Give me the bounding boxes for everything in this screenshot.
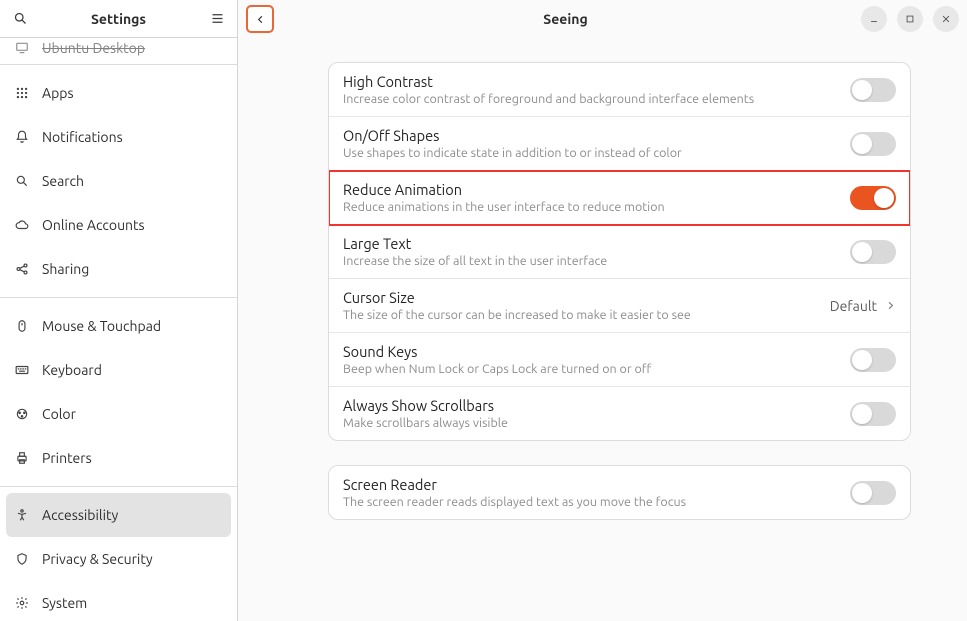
share-icon (14, 261, 30, 277)
sidebar-separator (0, 486, 237, 487)
sidebar-header: Settings (0, 0, 237, 38)
chevron-right-icon (885, 300, 896, 311)
main-header: Seeing (238, 0, 967, 38)
row-desc: Use shapes to indicate state in addition… (343, 146, 850, 160)
cursor-size-value: Default (830, 298, 877, 314)
gear-icon (14, 595, 30, 611)
apps-icon (14, 85, 30, 101)
row-screen-reader[interactable]: Screen Reader The screen reader reads di… (329, 466, 910, 519)
high-contrast-toggle[interactable] (850, 78, 896, 102)
seeing-options-panel: High Contrast Increase color contrast of… (328, 62, 911, 441)
row-cursor-size[interactable]: Cursor Size The size of the cursor can b… (329, 279, 910, 333)
row-sound-keys[interactable]: Sound Keys Beep when Num Lock or Caps Lo… (329, 333, 910, 387)
back-button[interactable] (246, 5, 274, 33)
sidebar-list: Ubuntu Desktop Apps Notifications Search (0, 38, 237, 621)
row-title: High Contrast (343, 73, 850, 90)
sidebar-item-accessibility[interactable]: Accessibility (6, 493, 231, 537)
sidebar-item-search[interactable]: Search (0, 159, 237, 203)
sidebar-menu-button[interactable] (205, 7, 229, 31)
row-desc: Make scrollbars always visible (343, 416, 850, 430)
sidebar-item-label: Mouse & Touchpad (42, 318, 161, 334)
sidebar-item-apps[interactable]: Apps (0, 71, 237, 115)
printer-icon (14, 450, 30, 466)
row-always-show-scrollbars[interactable]: Always Show Scrollbars Make scrollbars a… (329, 387, 910, 440)
row-title: On/Off Shapes (343, 127, 850, 144)
sidebar-item-label: Printers (42, 450, 92, 466)
keyboard-icon (14, 362, 30, 378)
sidebar-search-button[interactable] (8, 7, 32, 31)
row-desc: Increase the size of all text in the use… (343, 254, 850, 268)
sidebar-item-online-accounts[interactable]: Online Accounts (0, 203, 237, 247)
sidebar-item-label: Apps (42, 85, 74, 101)
sidebar-separator (0, 297, 237, 298)
sidebar-item-label: Search (42, 173, 84, 189)
row-desc: Beep when Num Lock or Caps Lock are turn… (343, 362, 850, 376)
page-title: Seeing (280, 11, 851, 27)
cloud-icon (14, 217, 30, 233)
sidebar-item-label: Online Accounts (42, 217, 145, 233)
reduce-animation-toggle[interactable] (850, 186, 896, 210)
row-high-contrast[interactable]: High Contrast Increase color contrast of… (329, 63, 910, 117)
sidebar-separator (0, 64, 237, 65)
row-title: Always Show Scrollbars (343, 397, 850, 414)
row-large-text[interactable]: Large Text Increase the size of all text… (329, 225, 910, 279)
sidebar-item-label: Accessibility (42, 507, 118, 523)
always-show-scrollbars-toggle[interactable] (850, 402, 896, 426)
privacy-icon (14, 551, 30, 567)
search-icon (14, 173, 30, 189)
sidebar-item-mouse-touchpad[interactable]: Mouse & Touchpad (0, 304, 237, 348)
content-area: High Contrast Increase color contrast of… (238, 38, 967, 621)
bell-icon (14, 129, 30, 145)
row-title: Cursor Size (343, 289, 830, 306)
settings-sidebar: Settings Ubuntu Desktop Apps Notificatio… (0, 0, 238, 621)
row-desc: The size of the cursor can be increased … (343, 308, 830, 322)
sidebar-item-label: Privacy & Security (42, 551, 153, 567)
main-panel: Seeing High Contrast Increase color cont… (238, 0, 967, 621)
sidebar-item-notifications[interactable]: Notifications (0, 115, 237, 159)
row-title: Sound Keys (343, 343, 850, 360)
row-title: Large Text (343, 235, 850, 252)
maximize-icon (905, 14, 915, 24)
sidebar-item-sharing[interactable]: Sharing (0, 247, 237, 291)
row-desc: Reduce animations in the user interface … (343, 200, 850, 214)
large-text-toggle[interactable] (850, 240, 896, 264)
sidebar-item-keyboard[interactable]: Keyboard (0, 348, 237, 392)
maximize-button[interactable] (897, 6, 923, 32)
row-desc: Increase color contrast of foreground an… (343, 92, 850, 106)
row-title: Screen Reader (343, 476, 850, 493)
row-onoff-shapes[interactable]: On/Off Shapes Use shapes to indicate sta… (329, 117, 910, 171)
sidebar-item-printers[interactable]: Printers (0, 436, 237, 480)
mouse-icon (14, 318, 30, 334)
sidebar-item-label: Ubuntu Desktop (42, 40, 145, 56)
sidebar-item-system[interactable]: System (0, 581, 237, 621)
sidebar-item-ubuntu-desktop[interactable]: Ubuntu Desktop (0, 38, 237, 58)
color-icon (14, 406, 30, 422)
hamburger-icon (210, 11, 225, 26)
sidebar-item-label: Sharing (42, 261, 89, 277)
search-icon (13, 11, 28, 26)
chevron-left-icon (255, 14, 266, 25)
sidebar-item-label: System (42, 595, 87, 611)
screen-reader-toggle[interactable] (850, 481, 896, 505)
row-title: Reduce Animation (343, 181, 850, 198)
row-desc: The screen reader reads displayed text a… (343, 495, 850, 509)
screen-reader-panel: Screen Reader The screen reader reads di… (328, 465, 911, 520)
sidebar-title: Settings (40, 11, 197, 27)
minimize-icon (869, 14, 879, 24)
accessibility-icon (14, 507, 30, 523)
minimize-button[interactable] (861, 6, 887, 32)
onoff-shapes-toggle[interactable] (850, 132, 896, 156)
sound-keys-toggle[interactable] (850, 348, 896, 372)
close-icon (941, 14, 951, 24)
row-reduce-animation[interactable]: Reduce Animation Reduce animations in th… (329, 171, 910, 225)
sidebar-item-label: Color (42, 406, 76, 422)
sidebar-item-privacy-security[interactable]: Privacy & Security (0, 537, 237, 581)
sidebar-item-color[interactable]: Color (0, 392, 237, 436)
sidebar-item-label: Notifications (42, 129, 123, 145)
desktop-icon (14, 40, 30, 56)
sidebar-item-label: Keyboard (42, 362, 102, 378)
close-button[interactable] (933, 6, 959, 32)
